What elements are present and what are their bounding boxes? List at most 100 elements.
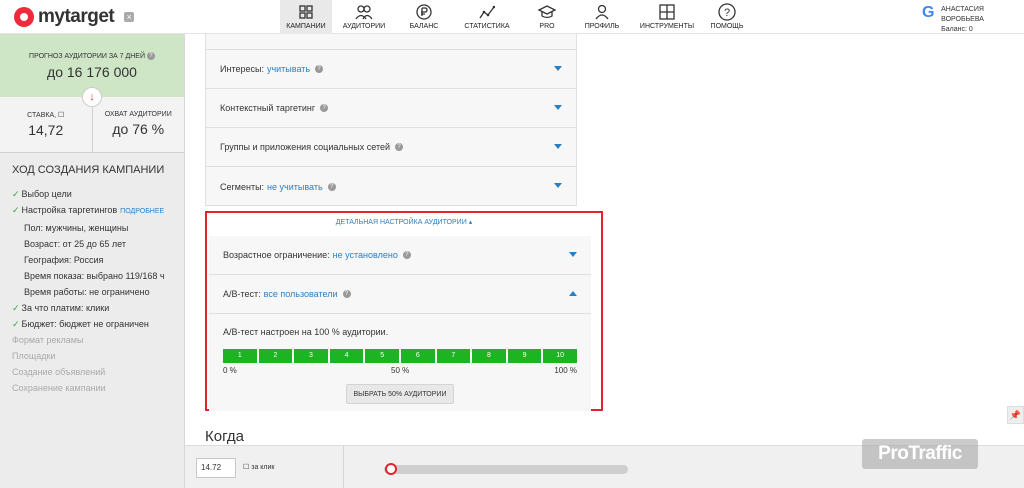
user-icon (593, 3, 611, 21)
main-content: Интересы: учитывать ? Контекстный таргет… (185, 34, 1024, 488)
detail-toggle-link[interactable]: Детальная настройка аудитории ▴ (207, 218, 601, 226)
age-limit-value[interactable]: не установлено (333, 250, 398, 260)
check-icon: ✓ (12, 303, 20, 313)
row-groups[interactable]: Группы и приложения социальных сетей ? (206, 128, 576, 167)
help-icon[interactable]: ? (402, 251, 411, 259)
nav-pro[interactable]: PRO (522, 0, 572, 34)
row-context[interactable]: Контекстный таргетинг ? (206, 89, 576, 128)
segments-value[interactable]: не учитывать (267, 182, 323, 192)
reach-metric: Охват аудитории до 76 % (91, 97, 185, 152)
caret-down-icon[interactable] (554, 183, 562, 188)
nav-label: Помощь (710, 23, 744, 30)
watermark-logo: ProTraffic (862, 439, 978, 469)
sidebar: Прогноз аудитории за 7 дней ? до 16 176 … (0, 34, 185, 488)
scale-mid: 50 % (391, 366, 410, 375)
logo-text: mytarget (38, 6, 115, 27)
help-icon[interactable]: ? (342, 290, 351, 298)
step-budget[interactable]: ✓ Бюджет: бюджет не ограничен (0, 316, 184, 332)
per-click-checkbox[interactable]: ☐ за клик (243, 463, 274, 471)
nav-profile[interactable]: Профиль (572, 0, 632, 34)
help-icon[interactable]: ? (320, 104, 329, 112)
nav-help[interactable]: ? Помощь (702, 0, 752, 34)
caret-down-icon[interactable] (554, 66, 562, 71)
more-link[interactable]: подробнее (120, 208, 164, 215)
graduation-cap-icon (538, 3, 556, 21)
caret-down-icon[interactable] (569, 252, 577, 257)
checkbox-icon[interactable]: ☐ (243, 464, 249, 471)
step-goal[interactable]: ✓ Выбор цели (0, 186, 184, 202)
nav-balance[interactable]: Баланс (396, 0, 452, 34)
ab-segment[interactable]: 10 (543, 349, 577, 363)
ab-scale: 0 % 50 % 100 % (223, 366, 577, 378)
nav-audiences[interactable]: Аудитории (332, 0, 396, 34)
ab-segment[interactable]: 6 (400, 349, 435, 363)
chart-icon (478, 3, 496, 21)
step-gender: Пол: мужчины, женщины (24, 223, 129, 233)
ab-test-value[interactable]: все пользователи (264, 289, 338, 299)
arrow-down-icon: ↓ (82, 87, 102, 107)
row-age-limit[interactable]: Возрастное ограничение: не установлено ? (209, 236, 591, 275)
question-icon: ? (718, 3, 736, 21)
ab-segment[interactable]: 2 (258, 349, 293, 363)
when-heading: Когда (205, 428, 244, 445)
help-icon[interactable]: ? (146, 52, 155, 60)
ab-segment[interactable]: 7 (436, 349, 471, 363)
logo[interactable]: mytarget × (14, 6, 135, 28)
forecast-title: Прогноз аудитории за 7 дней (29, 52, 146, 60)
nav-label: Профиль (584, 23, 620, 30)
interests-value[interactable]: учитывать (267, 64, 310, 74)
step-targeting[interactable]: ✓ Настройка таргетингов подробнее (0, 202, 184, 220)
bid-metric: Ставка, ☐ 14,72 (0, 97, 92, 152)
help-icon[interactable]: ? (315, 65, 324, 73)
ab-segment[interactable]: 3 (294, 349, 328, 363)
checkbox-icon[interactable]: ☐ (58, 112, 64, 119)
step-ads: Создание объявлений (12, 367, 106, 377)
nav-campaigns[interactable]: Кампании (280, 0, 332, 34)
step-save: Сохранение кампании (12, 383, 106, 393)
ab-segment[interactable]: 4 (329, 349, 364, 363)
help-icon[interactable]: ? (327, 182, 336, 191)
ab-test-body: A/B-тест настроен на 100 % аудитории. 1 … (209, 314, 591, 411)
check-icon: ✓ (12, 189, 20, 199)
step-sites: Площадки (12, 351, 56, 361)
help-icon[interactable]: ? (395, 143, 404, 151)
mytarget-logo-icon (14, 7, 34, 27)
ab-segment[interactable]: 5 (365, 349, 399, 363)
step-pay[interactable]: ✓ За что платим: клики (0, 300, 184, 316)
main-nav: Кампании Аудитории Баланс Статистика PRO (280, 0, 752, 34)
ab-segment-bar: 1 2 3 4 5 6 7 8 9 10 (223, 349, 577, 363)
ab-segment[interactable]: 8 (472, 349, 506, 363)
ab-segment[interactable]: 1 (223, 349, 257, 363)
svg-text:?: ? (724, 7, 730, 19)
scale-max: 100 % (554, 366, 577, 375)
step-format: Формат рекламы (12, 335, 84, 345)
select-50-button[interactable]: Выбрать 50% аудитории (346, 384, 454, 404)
close-icon[interactable]: × (124, 12, 135, 22)
check-icon: ✓ (12, 205, 20, 215)
nav-label: Аудитории (342, 23, 386, 30)
progress-list: ✓ Выбор цели ✓ Настройка таргетингов подроб… (0, 186, 184, 396)
bid-slider-track[interactable] (384, 465, 628, 474)
pin-icon[interactable]: 📌 (1007, 406, 1024, 424)
nav-label: Инструменты (639, 23, 695, 30)
nav-tools[interactable]: Инструменты (632, 0, 702, 34)
ab-test-text: A/B-тест настроен на 100 % аудитории. (223, 327, 389, 337)
progress-title: Ход создания кампании (12, 164, 165, 176)
caret-up-icon[interactable] (569, 291, 577, 296)
row-interests[interactable]: Интересы: учитывать ? (206, 50, 576, 89)
top-bar: mytarget × Кампании Аудитории Баланс С (0, 0, 1024, 34)
row-ab-test[interactable]: A/B-тест: все пользователи ? (209, 275, 591, 314)
user-menu[interactable]: G АНАСТАСИЯ ВОРОБЬЕВА Баланс: 0 (922, 5, 1024, 35)
nav-statistics[interactable]: Статистика (452, 0, 522, 34)
step-geo: География: Россия (24, 255, 104, 265)
user-info: АНАСТАСИЯ ВОРОБЬЕВА Баланс: 0 (941, 5, 1024, 35)
caret-down-icon[interactable] (554, 144, 562, 149)
caret-down-icon[interactable] (554, 105, 562, 110)
bid-input[interactable]: 14.72 (196, 458, 236, 478)
bid-slider-handle[interactable] (385, 463, 397, 475)
row-segments[interactable]: Сегменты: не учитывать ? (206, 167, 576, 206)
nav-label: Кампании (286, 23, 326, 30)
tools-icon (658, 3, 676, 21)
nav-label: Баланс (409, 23, 439, 30)
ab-segment[interactable]: 9 (507, 349, 542, 363)
